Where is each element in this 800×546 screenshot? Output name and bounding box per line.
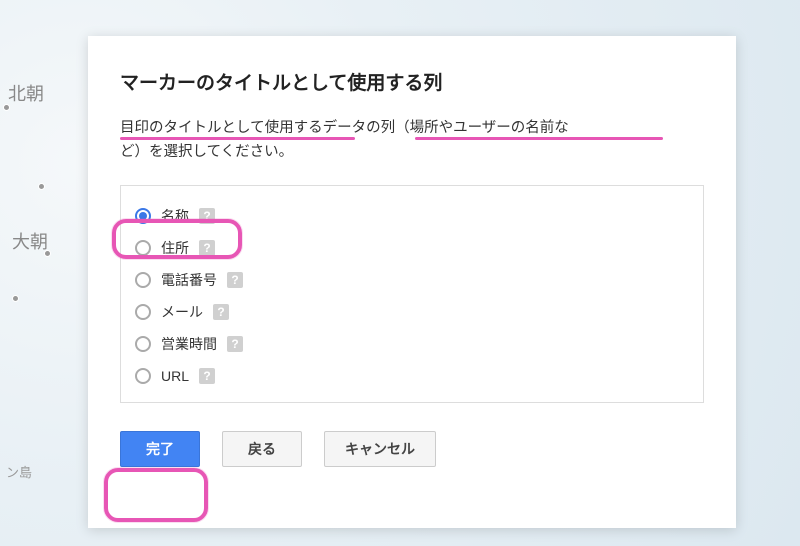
option-label: メール — [161, 302, 203, 322]
annotation-ring — [104, 468, 208, 522]
dialog-title: マーカーのタイトルとして使用する列 — [120, 68, 704, 95]
done-button-label: 完了 — [146, 439, 174, 459]
option-name[interactable]: 名称 ? — [135, 200, 689, 232]
cancel-button[interactable]: キャンセル — [324, 431, 436, 467]
map-label: 大朝 — [12, 228, 48, 254]
options-list: 名称 ? 住所 ? 電話番号 ? メール ? 営業時間 ? URL ? — [120, 185, 704, 403]
option-label: 名称 — [161, 206, 189, 226]
option-phone[interactable]: 電話番号 ? — [135, 264, 689, 296]
description-line1: 目印のタイトルとして使用するデータの列（場所やユーザーの名前な — [120, 120, 569, 136]
annotation-underline — [120, 137, 355, 140]
option-hours[interactable]: 営業時間 ? — [135, 328, 689, 360]
map-dot — [12, 295, 19, 302]
map-dot — [38, 183, 45, 190]
dialog-description: 目印のタイトルとして使用するデータの列（場所やユーザーの名前な ど）を選択してく… — [120, 117, 704, 165]
help-icon[interactable]: ? — [213, 304, 229, 320]
map-dot — [3, 104, 10, 111]
help-icon[interactable]: ? — [199, 208, 215, 224]
radio-icon[interactable] — [135, 272, 151, 288]
help-icon[interactable]: ? — [227, 336, 243, 352]
map-label: ン島 — [6, 462, 32, 481]
help-icon[interactable]: ? — [199, 240, 215, 256]
annotation-underline — [415, 137, 663, 140]
option-mail[interactable]: メール ? — [135, 296, 689, 328]
radio-icon[interactable] — [135, 304, 151, 320]
map-label: 北朝 — [8, 80, 44, 106]
description-line2: ど）を選択してください。 — [120, 144, 293, 160]
option-label: 住所 — [161, 238, 189, 258]
button-row: 完了 戻る キャンセル — [120, 431, 704, 467]
cancel-button-label: キャンセル — [345, 439, 415, 459]
option-url[interactable]: URL ? — [135, 360, 689, 392]
help-icon[interactable]: ? — [199, 368, 215, 384]
back-button-label: 戻る — [248, 439, 276, 459]
option-label: 電話番号 — [161, 270, 217, 290]
radio-icon[interactable] — [135, 240, 151, 256]
title-column-dialog: マーカーのタイトルとして使用する列 目印のタイトルとして使用するデータの列（場所… — [88, 36, 736, 528]
help-icon[interactable]: ? — [227, 272, 243, 288]
option-label: 営業時間 — [161, 334, 217, 354]
option-label: URL — [161, 368, 189, 384]
map-dot — [44, 250, 51, 257]
radio-icon[interactable] — [135, 368, 151, 384]
done-button[interactable]: 完了 — [120, 431, 200, 467]
option-address[interactable]: 住所 ? — [135, 232, 689, 264]
radio-selected-icon[interactable] — [135, 208, 151, 224]
back-button[interactable]: 戻る — [222, 431, 302, 467]
radio-icon[interactable] — [135, 336, 151, 352]
